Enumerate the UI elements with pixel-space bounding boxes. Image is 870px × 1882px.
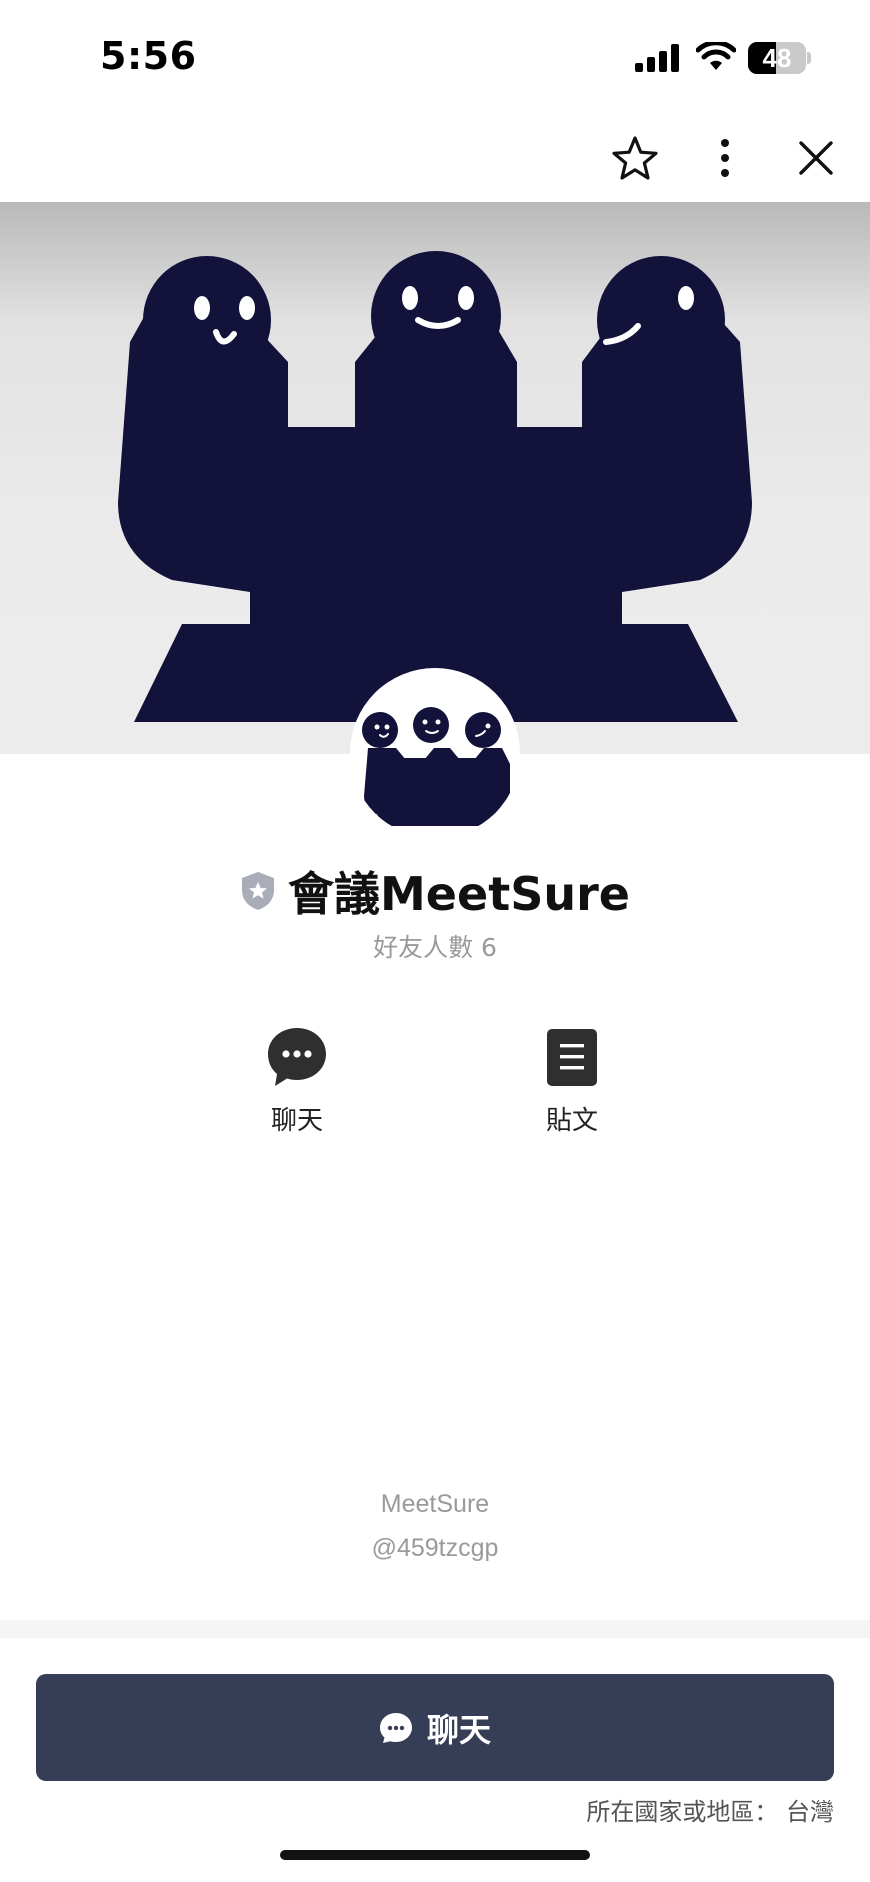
- profile-actions: 聊天 貼文: [0, 1026, 870, 1136]
- chat-bubble-icon: [268, 1028, 326, 1086]
- chat-cta-button[interactable]: 聊天: [36, 1674, 834, 1781]
- account-name: 會議MeetSure: [288, 867, 630, 921]
- wifi-icon: [696, 42, 736, 70]
- profile-avatar[interactable]: [350, 668, 520, 838]
- battery-indicator: 48: [748, 42, 811, 74]
- account-info: MeetSure @459tzcgp: [0, 1482, 870, 1570]
- chat-bubble-icon: [379, 1712, 412, 1743]
- status-time: 5:56: [100, 34, 197, 78]
- cellular-signal-icon: [635, 44, 679, 72]
- battery-level: 48: [762, 43, 792, 73]
- region-info: 所在國家或地區： 台灣: [586, 1798, 834, 1826]
- top-nav-bar: [0, 110, 870, 202]
- favorite-button[interactable]: [607, 130, 663, 186]
- posts-action-button[interactable]: 貼文: [502, 1026, 642, 1136]
- account-display-name: MeetSure: [380, 1490, 490, 1518]
- avatar-illustration: [362, 707, 510, 826]
- profile-title-row: 會議MeetSure: [0, 858, 870, 924]
- chat-action-label: 聊天: [270, 1106, 323, 1136]
- friends-count: 好友人數 6: [373, 933, 497, 962]
- account-line-id: @459tzcgp: [371, 1534, 499, 1562]
- posts-action-label: 貼文: [545, 1106, 598, 1136]
- document-icon: [547, 1029, 597, 1086]
- chat-action-button[interactable]: 聊天: [227, 1026, 367, 1136]
- section-divider: [0, 1620, 870, 1638]
- shield-star-icon: [242, 872, 275, 910]
- more-vertical-icon: [721, 139, 729, 177]
- status-bar: 5:56 48: [0, 0, 870, 110]
- more-button[interactable]: [697, 130, 753, 186]
- home-indicator[interactable]: [280, 1850, 590, 1860]
- star-icon: [612, 136, 658, 180]
- close-icon: [799, 141, 833, 175]
- close-button[interactable]: [788, 130, 844, 186]
- chat-cta-label: 聊天: [426, 1710, 491, 1749]
